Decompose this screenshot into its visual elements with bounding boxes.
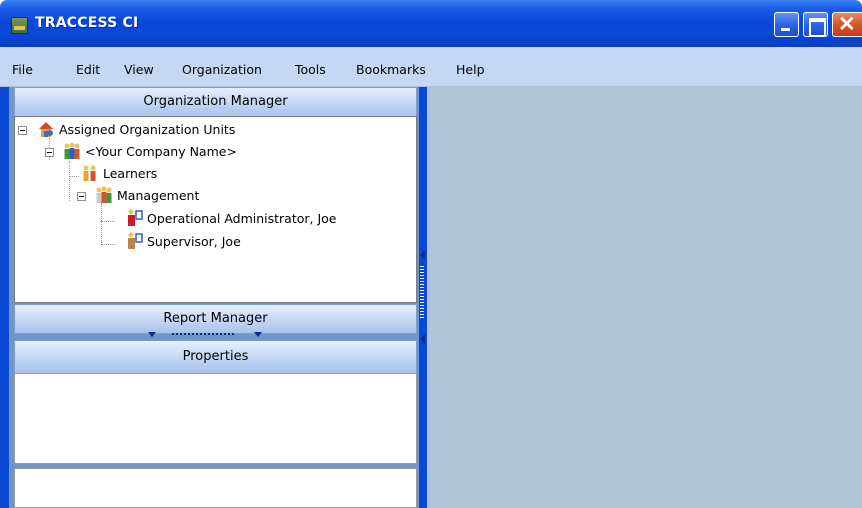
menu-bar: File Edit View Organization Tools Bookma… <box>0 47 862 87</box>
splitter-grip-icon[interactable] <box>420 266 424 318</box>
app-icon[interactable] <box>11 17 28 34</box>
tree-item-admin[interactable]: Operational Administrator, Joe <box>15 209 415 229</box>
tree-label-root: Assigned Organization Units <box>59 122 236 137</box>
properties-header[interactable]: Properties <box>14 340 417 374</box>
menu-edit[interactable]: Edit <box>76 62 100 77</box>
report-manager-header[interactable]: Report Manager <box>14 304 417 334</box>
collapse-left-arrow-icon[interactable] <box>419 334 427 344</box>
menu-view[interactable]: View <box>124 62 154 77</box>
collapse-icon[interactable] <box>45 148 54 157</box>
tree-label-learners: Learners <box>103 166 158 181</box>
organization-house-icon <box>39 122 53 137</box>
menu-help[interactable]: Help <box>456 62 485 77</box>
workspace-area <box>427 87 862 508</box>
properties-panel[interactable] <box>14 373 417 464</box>
collapse-icon[interactable] <box>18 126 27 135</box>
supervisor-person-icon <box>128 232 143 249</box>
tree-item-root[interactable]: Assigned Organization Units <box>15 120 415 140</box>
organization-tree[interactable]: Assigned Organization Units <Your Compan… <box>14 116 417 303</box>
tree-label-admin: Operational Administrator, Joe <box>147 211 337 226</box>
title-bar[interactable]: TRACCESS CI ✕ <box>0 0 862 47</box>
minimize-button[interactable] <box>774 12 799 37</box>
collapse-left-arrow-icon[interactable] <box>419 250 427 260</box>
panel-resize-grip[interactable] <box>148 331 276 339</box>
admin-person-icon <box>128 209 143 226</box>
menu-file[interactable]: File <box>12 62 33 77</box>
management-group-icon <box>96 186 112 203</box>
maximize-button[interactable] <box>803 12 828 37</box>
properties-description-panel[interactable] <box>14 468 417 508</box>
tree-item-learners[interactable]: Learners <box>15 164 415 184</box>
people-group-icon <box>64 142 80 159</box>
tree-label-supervisor: Supervisor, Joe <box>147 234 241 249</box>
tree-item-supervisor[interactable]: Supervisor, Joe <box>15 232 415 252</box>
learners-group-icon <box>83 165 96 181</box>
close-icon: ✕ <box>838 13 856 36</box>
tree-item-company[interactable]: <Your Company Name> <box>15 142 415 162</box>
collapse-icon[interactable] <box>77 192 86 201</box>
close-button[interactable]: ✕ <box>832 12 862 37</box>
tree-label-management: Management <box>117 188 200 203</box>
tree-label-company: <Your Company Name> <box>85 144 237 159</box>
window-frame-left <box>0 87 9 508</box>
menu-organization[interactable]: Organization <box>182 62 262 77</box>
tree-item-management[interactable]: Management <box>15 186 415 206</box>
window-title: TRACCESS CI <box>35 15 139 31</box>
menu-bookmarks[interactable]: Bookmarks <box>356 62 426 77</box>
menu-tools[interactable]: Tools <box>295 62 326 77</box>
organization-manager-header[interactable]: Organization Manager <box>14 87 417 117</box>
